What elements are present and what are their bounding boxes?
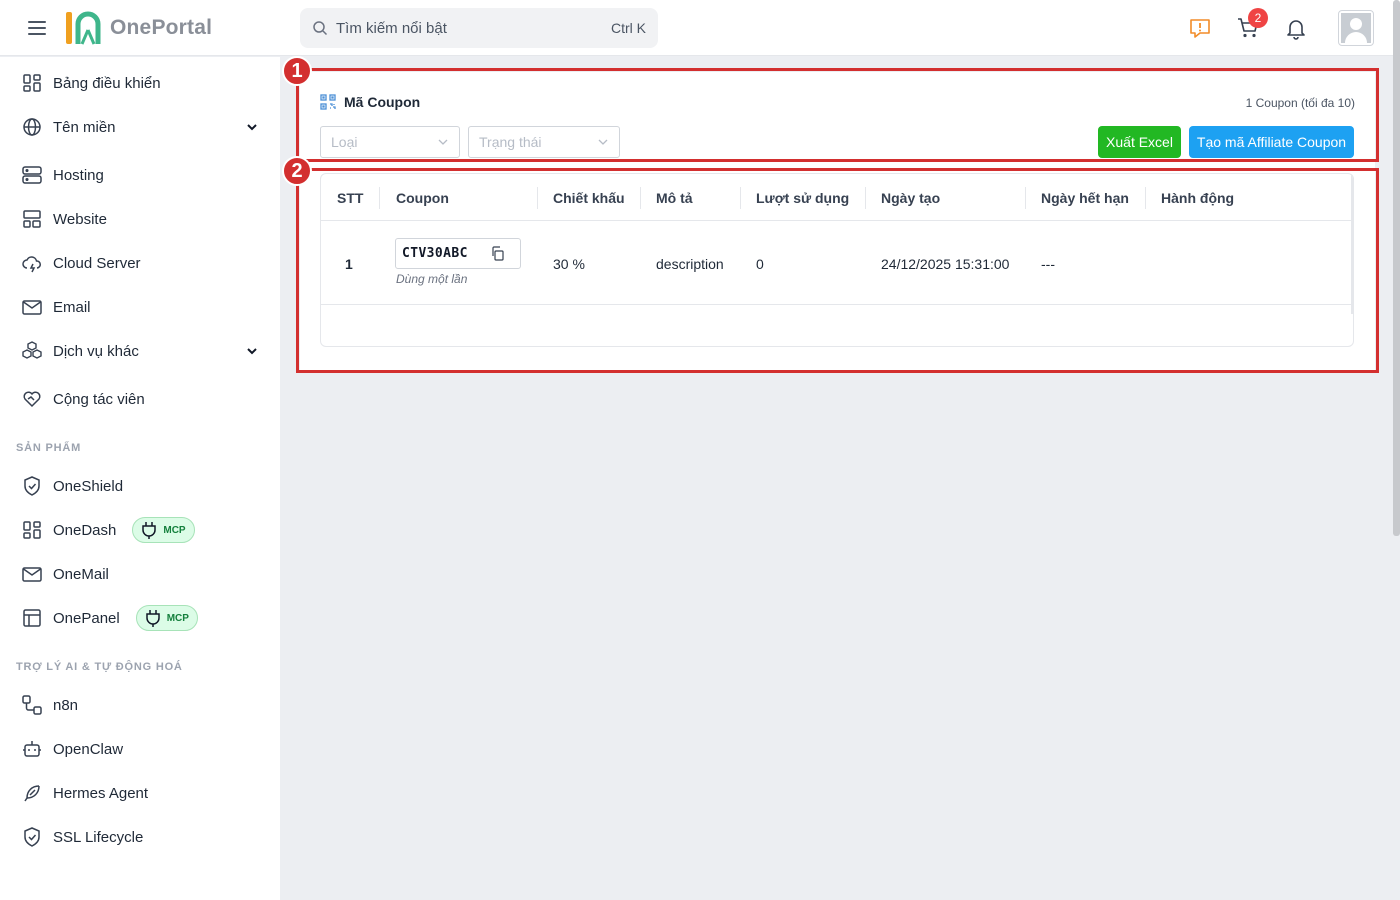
- sidebar-item-other-services[interactable]: Dịch vụ khác: [0, 331, 280, 371]
- sidebar-item-label: Tên miền: [53, 118, 116, 136]
- sidebar-item-label: OneDash: [53, 521, 117, 539]
- sidebar-item-domains[interactable]: Tên miền: [0, 107, 280, 147]
- sidebar-item-label: n8n: [53, 696, 79, 714]
- mcp-badge-label: MCP: [163, 524, 186, 536]
- dashboard-icon: [21, 72, 43, 94]
- shield-check-icon: [21, 826, 43, 848]
- search-placeholder: Tìm kiếm nổi bật: [336, 19, 447, 37]
- globe-icon: [21, 116, 43, 138]
- sidebar-item-label: Email: [53, 298, 91, 316]
- sidebar-item-hermes-agent[interactable]: Hermes Agent: [0, 773, 280, 813]
- sidebar-item-label: OnePanel: [53, 609, 120, 627]
- search-icon: [313, 21, 328, 36]
- sidebar-item-cloud-server[interactable]: Cloud Server: [0, 243, 280, 283]
- sidebar-item-label: Website: [53, 210, 107, 228]
- sidebar-item-dashboard[interactable]: Bảng điều khiển: [0, 63, 280, 103]
- panel-icon: [21, 607, 43, 629]
- sidebar: Bảng điều khiển Tên miền Hosting Website: [0, 57, 280, 900]
- sidebar-item-affiliate[interactable]: Cộng tác viên: [0, 379, 280, 419]
- website-icon: [21, 208, 43, 230]
- bot-icon: [21, 738, 43, 760]
- sidebar-item-label: OpenClaw: [53, 740, 124, 758]
- chevron-down-icon[interactable]: [246, 121, 258, 133]
- cloud-icon: [21, 252, 43, 274]
- heart-handshake-icon: [21, 388, 43, 410]
- sidebar-item-n8n[interactable]: n8n: [0, 685, 280, 725]
- plug-icon: [142, 522, 157, 539]
- sidebar-item-label: SSL Lifecycle: [53, 828, 144, 846]
- sidebar-item-onemail[interactable]: OneMail: [0, 554, 280, 594]
- cart-badge: 2: [1248, 8, 1268, 28]
- annotation-label-2: 2: [282, 156, 312, 186]
- sidebar-item-ssl-lifecycle[interactable]: SSL Lifecycle: [0, 817, 280, 857]
- sidebar-item-label: Dịch vụ khác: [53, 342, 139, 360]
- sidebar-item-onepanel[interactable]: OnePanel MCP: [0, 598, 280, 638]
- mcp-badge-label: MCP: [166, 612, 189, 624]
- search-bar[interactable]: Tìm kiếm nổi bật Ctrl K: [300, 8, 658, 48]
- section-title-ai: TRỢ LÝ AI & TỰ ĐỘNG HOÁ: [16, 661, 183, 673]
- dashboard-icon: [21, 519, 43, 541]
- bell-icon[interactable]: [1284, 16, 1308, 40]
- user-avatar-icon: [1341, 13, 1371, 43]
- plug-icon: [145, 610, 160, 627]
- sidebar-item-openclaw[interactable]: OpenClaw: [0, 729, 280, 769]
- sidebar-item-hosting[interactable]: Hosting: [0, 155, 280, 195]
- sidebar-item-label: Cộng tác viên: [53, 390, 145, 408]
- logo[interactable]: OnePortal: [64, 10, 212, 46]
- feedback-icon[interactable]: [1188, 16, 1212, 40]
- section-title-products: SẢN PHẨM: [16, 442, 82, 454]
- sidebar-item-label: Cloud Server: [53, 254, 141, 272]
- sidebar-item-website[interactable]: Website: [0, 199, 280, 239]
- feather-icon: [21, 782, 43, 804]
- chevron-down-icon[interactable]: [246, 345, 258, 357]
- mcp-badge: MCP: [132, 517, 195, 543]
- workflow-icon: [21, 694, 43, 716]
- logo-mark-icon: [66, 11, 101, 45]
- page-scrollbar[interactable]: [1393, 0, 1400, 536]
- server-icon: [21, 164, 43, 186]
- boxes-icon: [21, 340, 43, 362]
- sidebar-item-label: OneShield: [53, 477, 124, 495]
- mail-icon: [21, 296, 43, 318]
- sidebar-item-label: Hosting: [53, 166, 104, 184]
- mcp-badge: MCP: [135, 605, 198, 631]
- sidebar-item-email[interactable]: Email: [0, 287, 280, 327]
- top-bar: OnePortal Tìm kiếm nổi bật Ctrl K 2: [0, 0, 1400, 56]
- annotation-label-1: 1: [282, 56, 312, 86]
- search-shortcut: Ctrl K: [611, 20, 646, 36]
- sidebar-item-label: OneMail: [53, 565, 109, 583]
- annotation-box-1: [296, 68, 1379, 162]
- sidebar-item-label: Bảng điều khiển: [53, 74, 161, 92]
- avatar[interactable]: [1338, 10, 1374, 46]
- annotation-box-2: [296, 168, 1379, 373]
- shield-icon: [21, 475, 43, 497]
- sidebar-item-onedash[interactable]: OneDash MCP: [0, 510, 280, 550]
- mail-icon: [21, 563, 43, 585]
- sidebar-item-label: Hermes Agent: [53, 784, 149, 802]
- logo-text: OnePortal: [110, 16, 213, 39]
- sidebar-item-oneshield[interactable]: OneShield: [0, 466, 280, 506]
- menu-icon[interactable]: [26, 17, 48, 39]
